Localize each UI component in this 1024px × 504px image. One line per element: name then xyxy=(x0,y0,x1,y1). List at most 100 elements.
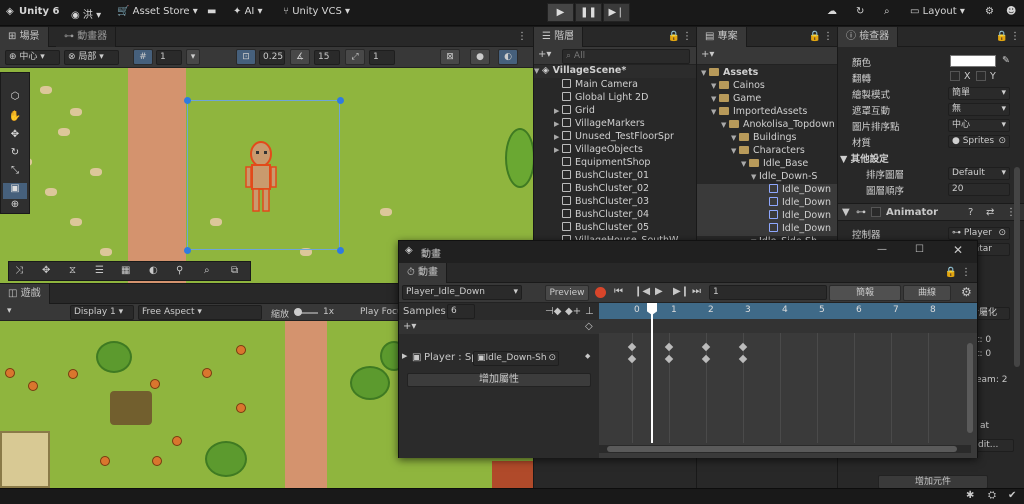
more-icon[interactable]: ⋮ xyxy=(961,267,971,278)
scale-field[interactable]: 1 xyxy=(369,50,395,65)
eyedropper-icon[interactable]: ⚲ xyxy=(176,265,183,276)
sort-point-dropdown[interactable]: 中心 ▾ xyxy=(948,119,1010,132)
add-keyframe-icon[interactable]: ⊣◆ xyxy=(545,306,561,317)
expand-icon[interactable]: ▶ xyxy=(402,352,407,360)
project-item[interactable]: ▼ ImportedAssets xyxy=(697,106,837,119)
angle-snap-icon[interactable]: ∡ xyxy=(290,49,310,65)
display-dropdown[interactable]: Display 1 ▾ xyxy=(70,305,134,320)
grid-pattern-icon[interactable]: ▦ xyxy=(121,265,130,276)
transform-tool-icon[interactable]: ⊕ xyxy=(3,199,27,213)
more-icon[interactable]: ⋮ xyxy=(823,31,833,42)
preview-button[interactable]: Preview xyxy=(545,285,589,301)
snap-field[interactable]: 0.25 xyxy=(259,50,285,65)
project-item[interactable]: Idle_Down xyxy=(697,184,837,197)
controller-field[interactable]: ⊶ Player ⊙ xyxy=(948,227,1010,240)
hierarchy-item[interactable]: BushCluster_02 xyxy=(534,183,649,196)
keyframe-diamond[interactable] xyxy=(627,342,637,352)
layout-dropdown[interactable]: ▭ Layout ▾ xyxy=(910,6,965,17)
2d-toggle-icon[interactable]: ◐ xyxy=(498,49,518,65)
help-icon[interactable]: ? xyxy=(968,207,973,218)
keyframe-diamond[interactable] xyxy=(627,354,637,364)
timeline-hscrollbar[interactable] xyxy=(599,445,971,453)
expand-arrow-icon[interactable]: ▼ xyxy=(711,82,719,90)
hierarchy-item[interactable]: ▶ VillageMarkers xyxy=(534,118,645,131)
hierarchy-item[interactable]: BushCluster_04 xyxy=(534,209,649,222)
expand-arrow-icon[interactable]: ▼ xyxy=(711,95,719,103)
grid-toggle[interactable]: # xyxy=(133,49,153,65)
account-avatar-icon[interactable]: ☻ xyxy=(1006,6,1016,17)
project-item[interactable]: Idle_Down xyxy=(697,197,837,210)
animator-component-header[interactable]: ▼ ⊶ Animator ? ⇄ ⋮ xyxy=(838,203,1024,221)
project-item[interactable]: Idle_Down xyxy=(697,210,837,223)
play-focused-dropdown[interactable]: Play Focu xyxy=(360,307,403,317)
add-event-icon[interactable]: ◆+ xyxy=(565,306,581,317)
keyframe-diamond[interactable] xyxy=(738,354,748,364)
more-icon[interactable]: ⋮ xyxy=(517,31,527,42)
keyframe-diamond[interactable] xyxy=(664,342,674,352)
hierarchy-item[interactable]: ▶ Grid xyxy=(534,105,595,118)
aspect-dropdown[interactable]: Free Aspect ▾ xyxy=(138,305,262,320)
other-settings-foldout[interactable]: ▼ 其他設定 xyxy=(838,151,1024,165)
tab-animation[interactable]: ⏱ 動畫 xyxy=(399,263,447,283)
expand-arrow-icon[interactable]: ▼ xyxy=(731,134,739,142)
hierarchy-item[interactable]: BushCluster_05 xyxy=(534,222,649,235)
rotate-tool-icon[interactable]: ↻ xyxy=(3,147,27,163)
flip-x-checkbox[interactable] xyxy=(950,71,960,81)
dopesheet-tab[interactable]: 簡報 xyxy=(829,285,901,301)
lock-icon[interactable]: 🔒 xyxy=(668,31,680,42)
project-item[interactable]: ▼ Anokolisa_Topdown xyxy=(697,119,837,132)
tab-inspector[interactable]: ⓘ 檢查器 xyxy=(838,27,899,47)
project-item[interactable]: ▼ Idle_Base xyxy=(697,158,837,171)
samples-field[interactable]: 6 xyxy=(447,304,475,319)
expand-arrow-icon[interactable]: ▼ xyxy=(731,147,739,155)
project-item[interactable]: ▼ Assets xyxy=(697,67,837,80)
hierarchy-item[interactable]: BushCluster_03 xyxy=(534,196,649,209)
first-frame-icon[interactable]: ⏮ xyxy=(614,286,623,297)
expand-arrow-icon[interactable]: ▼ xyxy=(711,108,719,116)
rect-tool-icon[interactable]: ▣ xyxy=(3,183,27,199)
angle-field[interactable]: 15 xyxy=(314,50,340,65)
timeline-vscrollbar[interactable] xyxy=(967,343,973,433)
grid-size-field[interactable]: 1 xyxy=(156,50,182,65)
play-icon[interactable]: ▶ xyxy=(655,286,663,297)
curves-tab[interactable]: 曲線 xyxy=(903,285,951,301)
draw-mode-icon[interactable]: ⊠ xyxy=(440,49,460,65)
snap-toggle[interactable]: ⊡ xyxy=(236,49,256,65)
lock-icon[interactable]: 🔒 xyxy=(809,31,821,42)
shuffle-icon[interactable]: ⤨ xyxy=(15,265,23,276)
project-item[interactable]: Idle_Down xyxy=(697,223,837,236)
inspector-scrollbar[interactable] xyxy=(1014,167,1020,367)
asset-store-button[interactable]: 🛒 Asset Store ▾ xyxy=(117,6,198,17)
lock-icon[interactable]: 🔒 xyxy=(996,31,1008,42)
keyframe-diamond[interactable] xyxy=(701,354,711,364)
pause-button[interactable]: ❚❚ xyxy=(575,3,602,22)
add-component-button[interactable]: 增加元件 xyxy=(878,475,988,488)
settings-icon[interactable]: ⚙ xyxy=(961,285,972,299)
keyframe-diamond[interactable] xyxy=(701,342,711,352)
add-icon[interactable]: +▾ xyxy=(701,49,714,60)
enable-checkbox[interactable] xyxy=(871,207,881,217)
tab-scene[interactable]: ⊞ 場景 xyxy=(0,27,49,47)
filter-icon[interactable]: ◇ xyxy=(585,321,593,332)
player-sprite[interactable] xyxy=(244,141,278,215)
edit-button[interactable]: dit... xyxy=(974,439,1014,452)
sprite-field[interactable]: ▣Idle_Down-Sh ⊙ xyxy=(473,351,559,366)
move-icon[interactable]: ✥ xyxy=(42,265,50,276)
grid-menu-button[interactable]: ▾ xyxy=(186,49,200,65)
hscroll-thumb[interactable] xyxy=(607,446,957,452)
frame-field[interactable]: 1 xyxy=(709,285,827,300)
color-swatch[interactable] xyxy=(950,55,996,67)
project-item[interactable]: ▼ Cainos xyxy=(697,80,837,93)
shading-icon[interactable]: ● xyxy=(470,49,490,65)
bug-icon[interactable]: ✱ xyxy=(966,490,974,501)
zoom-icon[interactable]: ⌕ xyxy=(204,265,210,276)
expand-arrow-icon[interactable]: ▼ xyxy=(701,69,709,77)
expand-arrow-icon[interactable]: ▶ xyxy=(554,120,562,128)
local-dropdown[interactable]: ⊗ 局部 ▾ xyxy=(64,50,119,65)
project-item[interactable]: ▼ Game xyxy=(697,93,837,106)
minimize-icon[interactable]: — xyxy=(877,244,887,255)
next-frame-icon[interactable]: ▶❙ xyxy=(673,286,689,297)
layers-icon[interactable]: ⧉ xyxy=(231,265,238,276)
tab-game[interactable]: ◫ 遊戲 xyxy=(0,284,50,304)
step-button[interactable]: ▶❘ xyxy=(603,3,630,22)
